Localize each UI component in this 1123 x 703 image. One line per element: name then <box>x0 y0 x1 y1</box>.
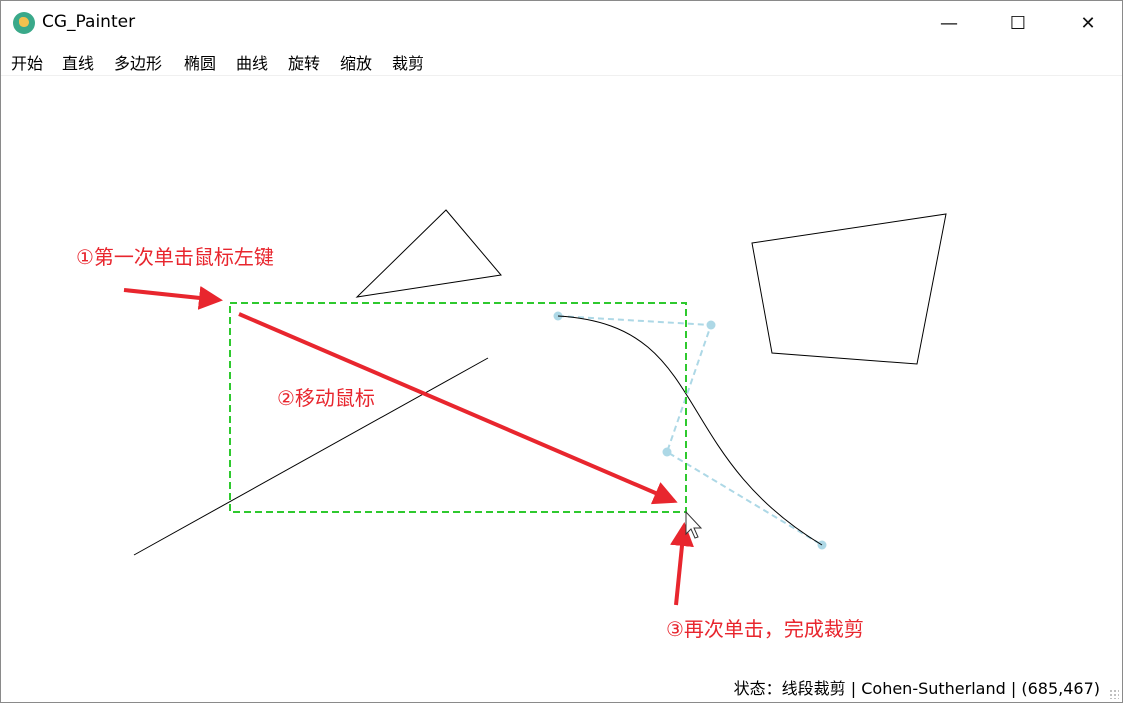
control-point[interactable] <box>662 447 672 457</box>
bezier-curve <box>557 315 823 546</box>
window-title: CG_Painter <box>42 12 136 32</box>
mouse-cursor-icon <box>685 510 703 539</box>
app-window: CG_Painter — ☐ ✕ 开始 直线 多边形 椭圆 曲线 旋转 缩放 裁… <box>0 0 1123 703</box>
annotation-step2: ②移动鼠标 <box>277 386 375 410</box>
control-polygon <box>557 315 823 546</box>
control-point[interactable] <box>706 320 716 330</box>
resize-grip[interactable] <box>1109 689 1119 699</box>
minimize-button[interactable]: — <box>926 1 972 45</box>
annotation-step3: ③再次单击，完成裁剪 <box>666 617 864 641</box>
menu-scale[interactable]: 缩放 <box>340 50 372 74</box>
maximize-button[interactable]: ☐ <box>995 1 1041 45</box>
menu-ellipse[interactable]: 椭圆 <box>184 50 216 74</box>
annotation-arrow-1 <box>123 285 223 310</box>
quadrilateral-shape <box>751 213 947 365</box>
drawing-canvas[interactable] <box>1 76 1122 676</box>
annotation-arrow-3 <box>670 522 694 606</box>
status-bar-text: 状态：线段裁剪 | Cohen-Sutherland | (685,467) <box>733 679 1100 698</box>
menu-rotate[interactable]: 旋转 <box>288 50 320 74</box>
menu-start[interactable]: 开始 <box>11 50 43 74</box>
triangle-shape <box>355 209 502 298</box>
menu-clip[interactable]: 裁剪 <box>392 50 424 74</box>
menu-line[interactable]: 直线 <box>62 50 94 74</box>
annotation-step1: ①第一次单击鼠标左键 <box>76 245 274 269</box>
menu-polygon[interactable]: 多边形 <box>114 50 162 74</box>
palette-icon <box>13 12 35 34</box>
close-button[interactable]: ✕ <box>1065 1 1111 45</box>
menu-curve[interactable]: 曲线 <box>236 50 268 74</box>
title-bar: CG_Painter — ☐ ✕ <box>1 1 1122 45</box>
menu-bar: 开始 直线 多边形 椭圆 曲线 旋转 缩放 裁剪 <box>1 45 1122 76</box>
